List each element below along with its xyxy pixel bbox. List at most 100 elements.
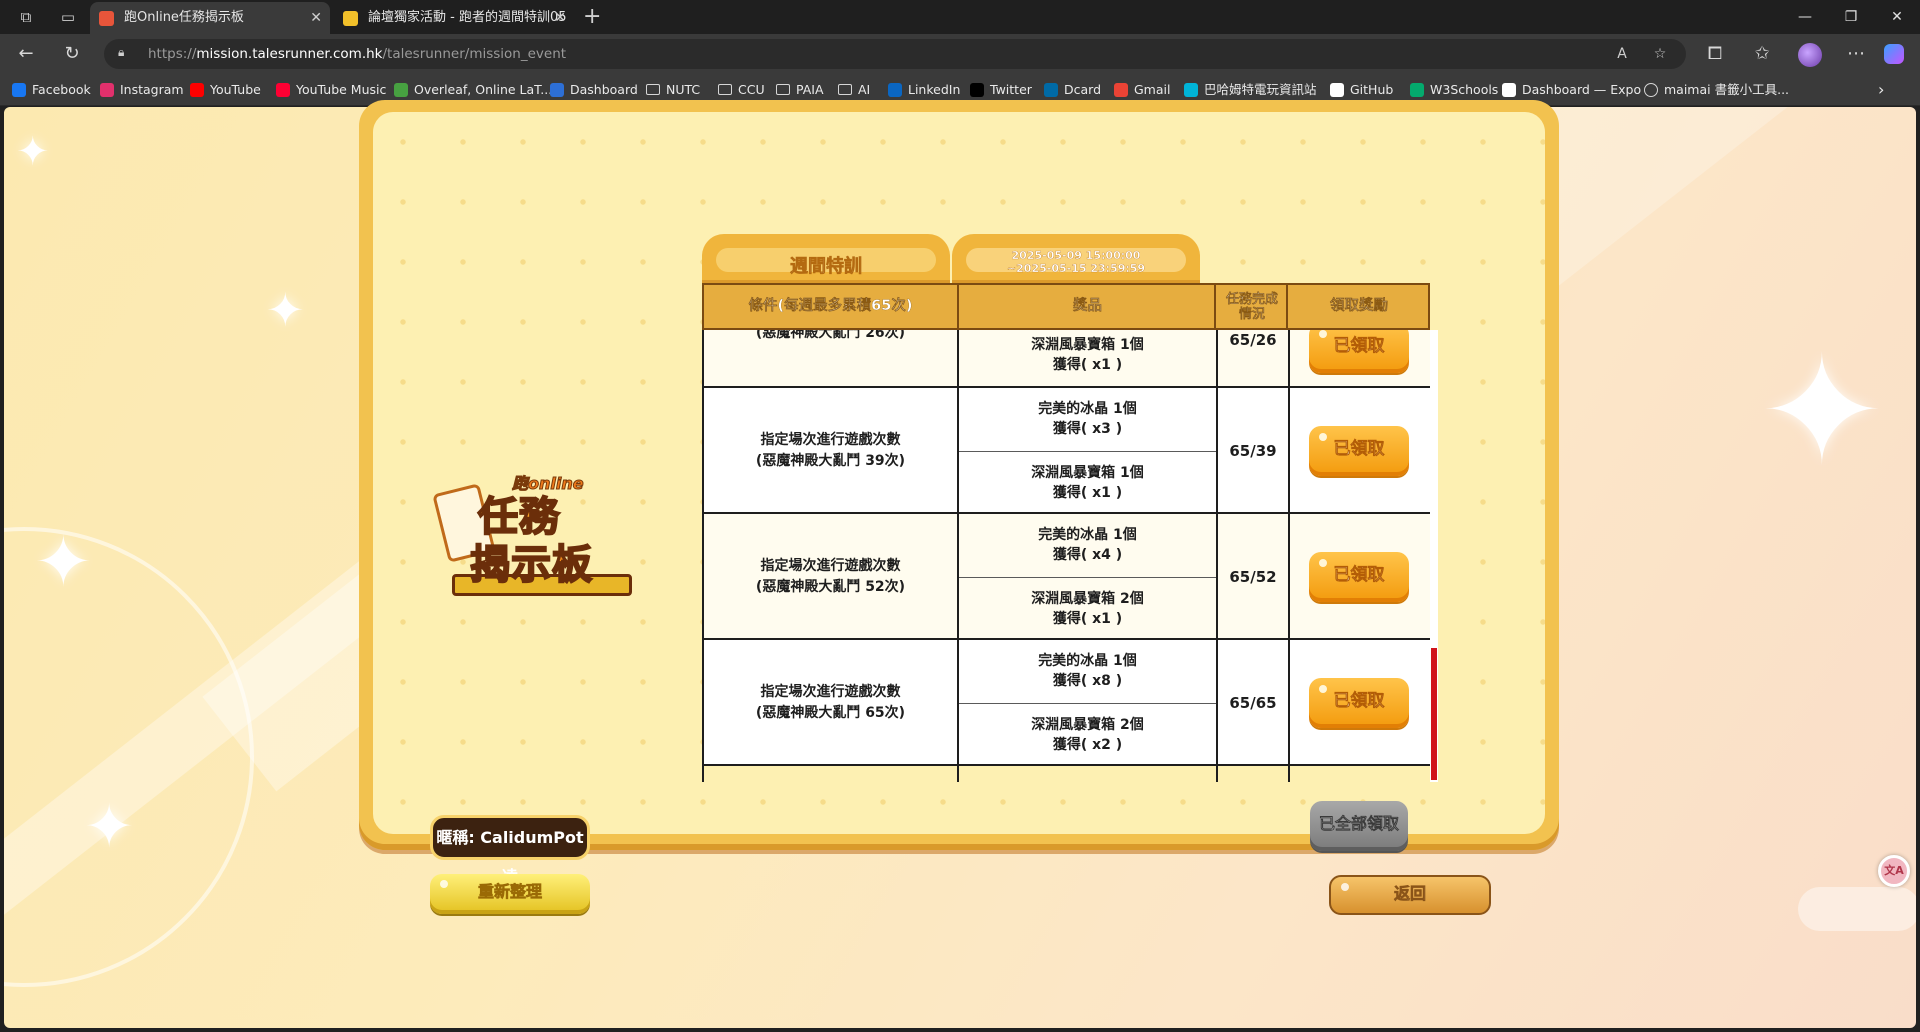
prize-quantity: 獲得( x3 )	[1052, 421, 1123, 437]
bookmark-label: AI	[858, 82, 871, 97]
prize-name: 完美的冰晶 1個	[1038, 527, 1137, 543]
youtube-icon	[190, 83, 204, 97]
condition-cell: 指定場次進行遊戲次數 (惡魔神殿大亂鬥 65次)	[702, 640, 959, 766]
back-button[interactable]: 返回	[1329, 875, 1491, 915]
progress-cell: 65/65	[1229, 693, 1277, 712]
new-tab-button[interactable]: +	[583, 4, 601, 30]
tab-mission-board[interactable]: 跑Online任務揭示板 ✕	[90, 2, 330, 34]
prize-item: 深淵風暴寶箱 1個 獲得( x1 )	[959, 452, 1216, 514]
tab-title: 論壇獨家活動 - 跑者的週間特訓05	[368, 10, 567, 25]
restore-icon[interactable]: ❐	[1828, 0, 1874, 34]
extensions-icon[interactable]: ⧠	[1703, 42, 1727, 66]
claim-reward-button[interactable]: 已領取	[1309, 552, 1409, 602]
dcard-icon	[1044, 83, 1058, 97]
bookmark-item[interactable]: YouTube	[190, 74, 261, 106]
x-icon	[970, 83, 984, 97]
copilot-icon[interactable]	[1884, 44, 1904, 64]
bookmark-label: LinkedIn	[908, 82, 961, 97]
talesrunner-favicon-icon	[99, 11, 114, 26]
tab-strip: ⧉ ▭ 跑Online任務揭示板 ✕ 論壇獨家活動 - 跑者的週間特訓05 ✕ …	[0, 0, 1920, 34]
bookmark-label: W3Schools	[1430, 82, 1499, 97]
prize-quantity: 獲得( x1 )	[1052, 357, 1123, 373]
condition-text: 指定場次進行遊戲次數	[760, 558, 901, 574]
prize-quantity: 獲得( x1 )	[1052, 485, 1123, 501]
more-menu-icon[interactable]: ⋯	[1844, 42, 1868, 66]
header-claim: 領取獎勵	[1330, 298, 1388, 314]
read-aloud-icon[interactable]: A	[1612, 44, 1632, 64]
close-tab-icon[interactable]: ✕	[310, 2, 322, 34]
prize-name: 深淵風暴寶箱 2個	[1031, 717, 1144, 733]
github-icon	[1330, 83, 1344, 97]
claim-reward-button[interactable]: 已領取	[1309, 426, 1409, 476]
navigation-bar: ← ↻ 🔒︎ https://mission.talesrunner.com.h…	[0, 34, 1920, 74]
header-condition: 條件(每週最多累積65次)	[704, 285, 959, 328]
prize-divider	[959, 703, 1216, 704]
header-prize: 獎品	[961, 285, 1216, 328]
refresh-button[interactable]: 重新整理	[430, 874, 590, 914]
claim-reward-button[interactable]: 已領取	[1309, 678, 1409, 728]
facebook-icon	[12, 83, 26, 97]
prize-quantity: 獲得( x2 )	[1052, 737, 1123, 753]
row-divider	[702, 386, 1436, 388]
sparkle-icon: ✦	[34, 521, 93, 603]
bookmark-label: 巴哈姆特電玩資訊站	[1204, 82, 1317, 97]
browser-window: ⧉ ▭ 跑Online任務揭示板 ✕ 論壇獨家活動 - 跑者的週間特訓05 ✕ …	[0, 0, 1920, 1032]
bookmarks-overflow-chevron-icon[interactable]: ›	[1878, 74, 1884, 106]
prize-divider	[959, 451, 1216, 452]
folder-icon	[718, 84, 732, 95]
bookmark-item[interactable]: Instagram	[100, 74, 184, 106]
close-window-icon[interactable]: ✕	[1874, 0, 1920, 34]
workspaces-icon[interactable]: ⧉	[16, 7, 36, 27]
minimize-icon[interactable]: —	[1782, 0, 1828, 34]
vertical-tabs-icon[interactable]: ▭	[58, 7, 78, 27]
linkedin-icon	[888, 83, 902, 97]
back-icon[interactable]: ←	[14, 42, 38, 66]
profile-avatar[interactable]	[1798, 43, 1822, 67]
prize-quantity: 獲得( x8 )	[1052, 673, 1123, 689]
globe-icon	[1644, 83, 1658, 97]
tab-weekly-training[interactable]: 週間特訓	[702, 234, 950, 284]
folder-icon	[776, 84, 790, 95]
condition-text: 指定場次進行遊戲次數	[760, 684, 901, 700]
prize-name: 完美的冰晶 1個	[1038, 653, 1137, 669]
lock-icon[interactable]: 🔒︎	[118, 45, 132, 61]
prize-quantity: 獲得( x1 )	[1052, 611, 1123, 627]
table-scrollbar-thumb[interactable]	[1431, 648, 1437, 780]
claim-all-button[interactable]: 已全部領取	[1310, 801, 1408, 851]
favorites-icon[interactable]: ✩	[1750, 42, 1774, 66]
bookmark-item[interactable]: YouTube Music	[276, 74, 386, 106]
forum-favicon-icon	[343, 11, 358, 26]
refresh-icon[interactable]: ↻	[60, 42, 84, 66]
condition-detail: (惡魔神殿大亂鬥 65次)	[755, 705, 906, 721]
bookmark-label: CCU	[738, 82, 765, 97]
progress-cell: 65/39	[1229, 441, 1277, 460]
bookmark-item[interactable]: maimai 書籤小工具...	[1644, 74, 1789, 106]
mission-table-body[interactable]: 指定場次進行遊戲次數(惡魔神殿大亂鬥 26次)深淵風暴寶箱 1個獲得( x1 )…	[702, 330, 1438, 782]
tab-forum-event[interactable]: 論壇獨家活動 - 跑者的週間特訓05 ✕	[334, 2, 574, 34]
tab-date-range[interactable]: 2025-05-09 15:00:00 ~2025-05-15 23:59:59	[952, 234, 1200, 284]
progress-cell: 65/52	[1229, 567, 1277, 586]
nickname-badge: 暱稱: CalidumPot凌	[430, 815, 590, 886]
prize-quantity: 獲得( x4 )	[1052, 547, 1123, 563]
close-tab-icon[interactable]: ✕	[554, 2, 566, 34]
prize-name: 深淵風暴寶箱 2個	[1031, 591, 1144, 607]
favorite-star-icon[interactable]: ☆	[1650, 44, 1670, 64]
prize-item: 完美的冰晶 1個 獲得( x8 )	[959, 640, 1216, 702]
tab-label: 週間特訓	[790, 256, 863, 278]
bookmark-label: NUTC	[666, 82, 701, 97]
bookmark-item[interactable]: Facebook	[12, 74, 91, 106]
column-divider	[1288, 330, 1290, 782]
sparkle-icon: ✦	[1759, 325, 1885, 499]
url-text[interactable]: https://mission.talesrunner.com.hk/tales…	[148, 39, 566, 69]
address-bar[interactable]: 🔒︎ https://mission.talesrunner.com.hk/ta…	[104, 39, 1686, 69]
folder-icon	[646, 84, 660, 95]
prize-name: 深淵風暴寶箱 1個	[1031, 337, 1144, 353]
condition-detail: (惡魔神殿大亂鬥 39次)	[755, 453, 906, 469]
mission-board-logo: 跑online 任務 揭示板	[432, 470, 645, 610]
prize-name: 完美的冰晶 1個	[1038, 401, 1137, 417]
claim-reward-button[interactable]: 已領取	[1309, 330, 1409, 373]
bookmark-label: YouTube	[210, 82, 261, 97]
translate-icon[interactable]: 文A	[1878, 855, 1910, 887]
condition-text: 指定場次進行遊戲次數	[760, 432, 901, 448]
prize-item: 完美的冰晶 1個 獲得( x3 )	[959, 388, 1216, 450]
